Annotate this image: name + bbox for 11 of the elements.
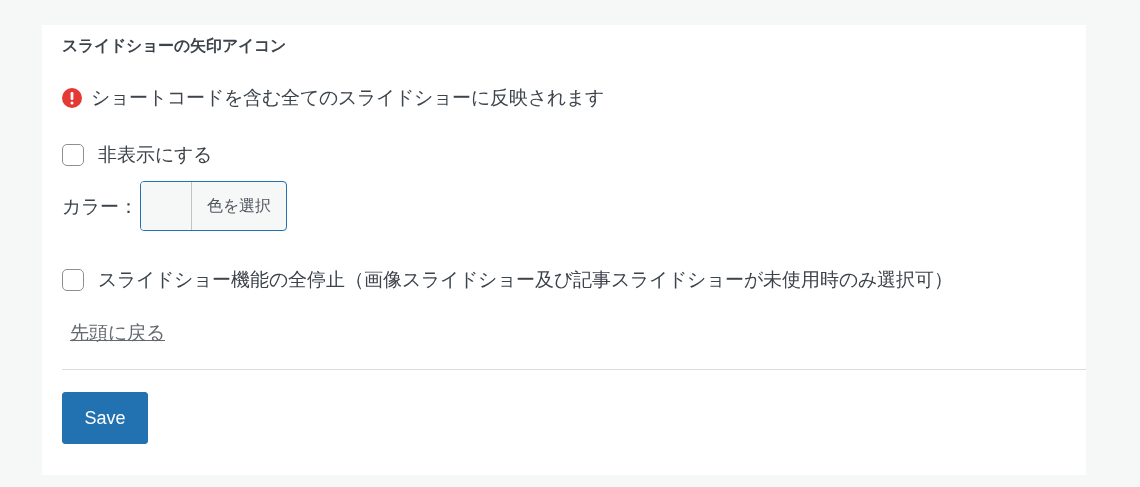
back-to-top-link[interactable]: 先頭に戻る [70, 320, 165, 345]
color-label: カラー： [62, 194, 138, 219]
save-button[interactable]: Save [62, 392, 148, 444]
checkbox-label: 非表示にする [98, 143, 212, 167]
error-icon [62, 87, 82, 108]
notice-text: ショートコードを含む全てのスライドショーに反映されます [91, 86, 604, 110]
checkbox[interactable] [62, 143, 84, 166]
section-title: スライドショーの矢印アイコン [62, 36, 286, 57]
checkbox[interactable] [62, 268, 84, 291]
checkbox-label: スライドショー機能の全停止（画像スライドショー及び記事スライドショーが未使用時のみ選択可） [98, 268, 953, 292]
color-picker-button[interactable]: 色を選択 [140, 181, 287, 231]
